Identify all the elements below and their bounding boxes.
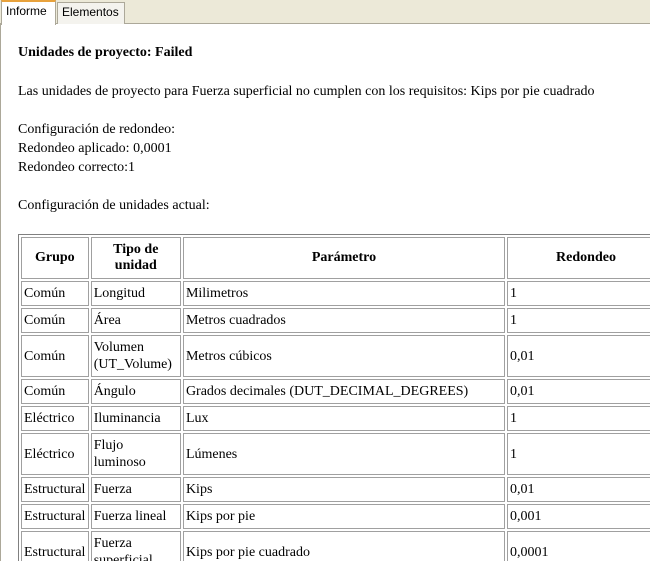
cell-redondeo: 0,001 bbox=[507, 504, 650, 529]
report-content: Unidades de proyecto: Failed Las unidade… bbox=[0, 24, 650, 561]
cell-tipo: Fuerza superficial bbox=[90, 531, 181, 561]
cell-redondeo: 0,01 bbox=[507, 477, 650, 502]
cell-grupo: Común bbox=[21, 335, 89, 377]
header-redondeo: Redondeo bbox=[507, 237, 650, 279]
failure-message: Las unidades de proyecto para Fuerza sup… bbox=[18, 84, 595, 99]
current-config-title: Configuración de unidades actual: bbox=[18, 198, 210, 213]
table-row: Común Ángulo Grados decimales (DUT_DECIM… bbox=[21, 379, 650, 404]
cell-grupo: Estructural bbox=[21, 504, 89, 529]
cell-grupo: Estructural bbox=[21, 531, 89, 561]
cell-parametro: Metros cúbicos bbox=[182, 335, 505, 377]
cell-tipo: Área bbox=[90, 308, 181, 333]
cell-parametro: Milimetros bbox=[182, 281, 505, 306]
table-row: Estructural Fuerza Kips 0,01 bbox=[21, 477, 650, 502]
report-window: Informe Elementos Unidades de proyecto: … bbox=[0, 0, 650, 561]
table-header-row: Grupo Tipo de unidad Parámetro Redondeo bbox=[21, 237, 650, 279]
tab-informe[interactable]: Informe bbox=[1, 0, 56, 25]
cell-parametro: Lúmenes bbox=[182, 433, 505, 475]
cell-redondeo: 0,01 bbox=[507, 379, 650, 404]
table-row: Eléctrico Flujo luminoso Lúmenes 1 bbox=[21, 433, 650, 475]
rounding-config-title: Configuración de redondeo: bbox=[18, 122, 176, 137]
report-heading: Unidades de proyecto: Failed bbox=[18, 45, 193, 60]
cell-grupo: Común bbox=[21, 308, 89, 333]
tab-bar: Informe Elementos bbox=[0, 0, 650, 25]
cell-parametro: Grados decimales (DUT_DECIMAL_DEGREES) bbox=[182, 379, 505, 404]
header-grupo: Grupo bbox=[21, 237, 89, 279]
units-table: Grupo Tipo de unidad Parámetro Redondeo … bbox=[18, 234, 650, 561]
tab-elementos[interactable]: Elementos bbox=[57, 2, 125, 24]
cell-parametro: Kips por pie bbox=[182, 504, 505, 529]
cell-tipo: Ángulo bbox=[90, 379, 181, 404]
cell-redondeo: 1 bbox=[507, 281, 650, 306]
cell-grupo: Estructural bbox=[21, 477, 89, 502]
cell-parametro: Lux bbox=[182, 406, 505, 431]
cell-tipo: Fuerza bbox=[90, 477, 181, 502]
table-row: Común Área Metros cuadrados 1 bbox=[21, 308, 650, 333]
cell-grupo: Común bbox=[21, 379, 89, 404]
cell-redondeo: 1 bbox=[507, 406, 650, 431]
cell-redondeo: 0,0001 bbox=[507, 531, 650, 561]
cell-tipo: Longitud bbox=[90, 281, 181, 306]
cell-parametro: Metros cuadrados bbox=[182, 308, 505, 333]
cell-redondeo: 1 bbox=[507, 433, 650, 475]
cell-tipo: Iluminancia bbox=[90, 406, 181, 431]
table-row: Eléctrico Iluminancia Lux 1 bbox=[21, 406, 650, 431]
cell-redondeo: 1 bbox=[507, 308, 650, 333]
rounding-applied: Redondeo aplicado: 0,0001 bbox=[18, 141, 172, 156]
header-parametro: Parámetro bbox=[182, 237, 505, 279]
cell-grupo: Eléctrico bbox=[21, 433, 89, 475]
header-tipo-unidad: Tipo de unidad bbox=[90, 237, 181, 279]
rounding-correct: Redondeo correcto:1 bbox=[18, 160, 136, 175]
cell-tipo: Flujo luminoso bbox=[90, 433, 181, 475]
cell-tipo: Volumen (UT_Volume) bbox=[90, 335, 181, 377]
cell-parametro: Kips bbox=[182, 477, 505, 502]
cell-tipo: Fuerza lineal bbox=[90, 504, 181, 529]
table-row: Estructural Fuerza superficial Kips por … bbox=[21, 531, 650, 561]
cell-redondeo: 0,01 bbox=[507, 335, 650, 377]
table-row: Común Longitud Milimetros 1 bbox=[21, 281, 650, 306]
table-row: Común Volumen (UT_Volume) Metros cúbicos… bbox=[21, 335, 650, 377]
cell-parametro: Kips por pie cuadrado bbox=[182, 531, 505, 561]
cell-grupo: Común bbox=[21, 281, 89, 306]
table-row: Estructural Fuerza lineal Kips por pie 0… bbox=[21, 504, 650, 529]
cell-grupo: Eléctrico bbox=[21, 406, 89, 431]
